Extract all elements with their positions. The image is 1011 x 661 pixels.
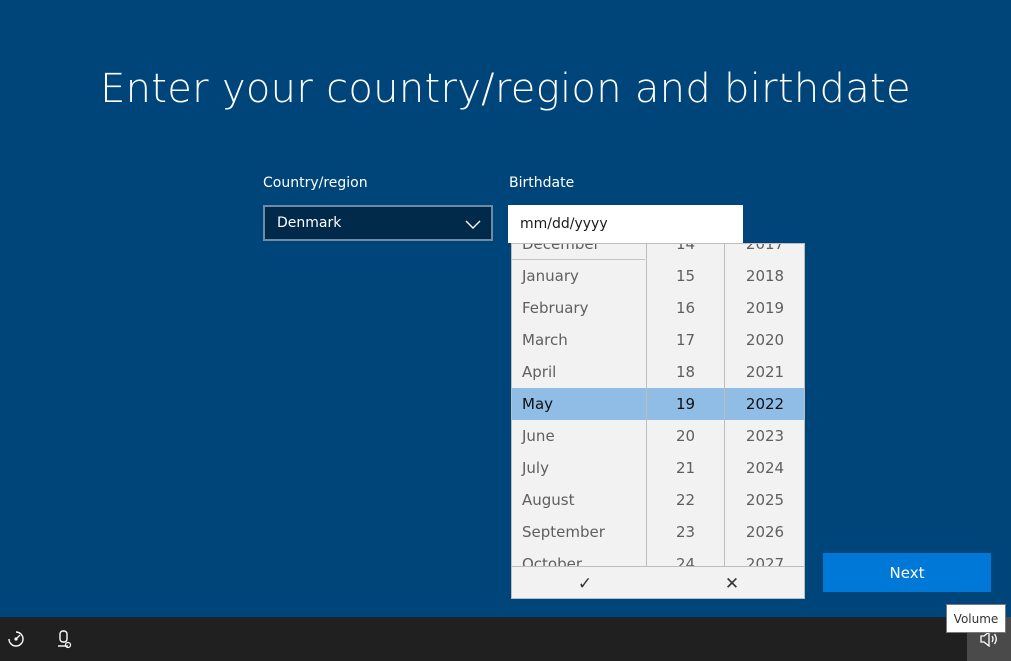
day-item[interactable]: 20 — [647, 420, 724, 452]
day-item[interactable]: 17 — [647, 324, 724, 356]
ease-of-access-icon[interactable] — [6, 629, 26, 649]
year-item[interactable]: 2017 — [725, 244, 804, 260]
day-item[interactable]: 24 — [647, 548, 724, 566]
day-item[interactable]: 14 — [647, 244, 724, 260]
month-item[interactable]: June — [512, 420, 645, 452]
picker-footer: ✓ ✕ — [512, 566, 804, 598]
day-item-selected[interactable]: 19 — [647, 388, 724, 420]
checkmark-icon: ✓ — [577, 573, 593, 594]
volume-icon — [980, 631, 997, 647]
country-label: Country/region — [263, 175, 368, 191]
chevron-down-icon — [465, 220, 481, 229]
year-item[interactable]: 2018 — [725, 260, 804, 292]
country-select[interactable]: Denmark — [263, 205, 493, 241]
month-item-selected[interactable]: May — [512, 388, 645, 420]
day-item[interactable]: 16 — [647, 292, 724, 324]
birthdate-placeholder: mm/dd/yyyy — [520, 216, 608, 232]
month-item[interactable]: February — [512, 292, 645, 324]
month-item[interactable]: January — [512, 260, 645, 292]
month-item[interactable]: October — [512, 548, 645, 566]
year-item[interactable]: 2026 — [725, 516, 804, 548]
year-item[interactable]: 2021 — [725, 356, 804, 388]
year-item[interactable]: 2023 — [725, 420, 804, 452]
year-item[interactable]: 2019 — [725, 292, 804, 324]
close-icon: ✕ — [724, 573, 740, 594]
year-item[interactable]: 2020 — [725, 324, 804, 356]
accept-button[interactable]: ✓ — [512, 567, 658, 598]
day-item[interactable]: 15 — [647, 260, 724, 292]
month-item[interactable]: August — [512, 484, 645, 516]
year-item[interactable]: 2025 — [725, 484, 804, 516]
dismiss-button[interactable]: ✕ — [659, 567, 804, 598]
month-item[interactable]: September — [512, 516, 645, 548]
month-separator — [512, 259, 645, 260]
date-picker-flyout: December January February March April Ma… — [511, 243, 805, 599]
month-item[interactable]: April — [512, 356, 645, 388]
page-title: Enter your country/region and birthdate — [100, 66, 911, 112]
month-item[interactable]: December — [512, 244, 645, 260]
month-item[interactable]: March — [512, 324, 645, 356]
microphone-icon[interactable] — [54, 629, 74, 649]
day-item[interactable]: 18 — [647, 356, 724, 388]
day-item[interactable]: 21 — [647, 452, 724, 484]
year-item[interactable]: 2027 — [725, 548, 804, 566]
birthdate-input[interactable]: mm/dd/yyyy — [508, 205, 743, 243]
volume-tooltip: Volume — [946, 604, 1006, 633]
day-item[interactable]: 22 — [647, 484, 724, 516]
day-item[interactable]: 23 — [647, 516, 724, 548]
next-button[interactable]: Next — [823, 553, 991, 592]
year-column[interactable]: 2017 2018 2019 2020 2021 2022 2023 2024 … — [725, 244, 804, 566]
month-item[interactable]: July — [512, 452, 645, 484]
day-column[interactable]: 14 15 16 17 18 19 20 21 22 23 24 — [646, 244, 725, 566]
year-item[interactable]: 2024 — [725, 452, 804, 484]
taskbar — [0, 617, 1011, 661]
year-item-selected[interactable]: 2022 — [725, 388, 804, 420]
month-column[interactable]: December January February March April Ma… — [512, 244, 645, 566]
country-value: Denmark — [277, 215, 342, 231]
birthdate-label: Birthdate — [509, 175, 575, 191]
